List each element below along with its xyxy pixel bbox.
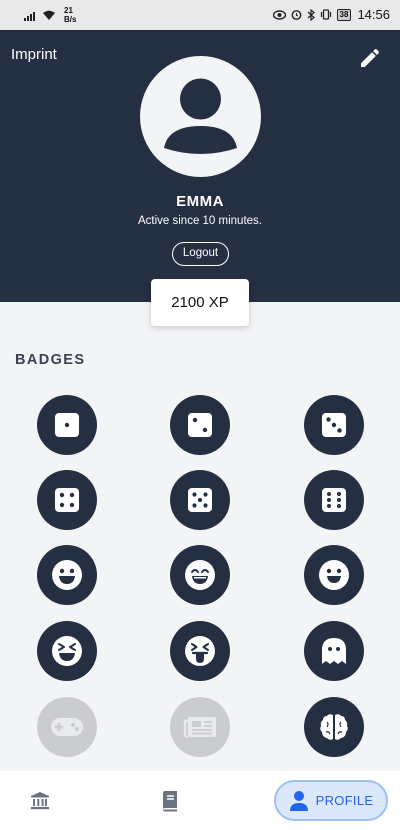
dice-three-icon — [322, 413, 346, 437]
dice-one-icon — [55, 413, 79, 437]
avatar — [140, 56, 261, 177]
eye-icon — [272, 9, 286, 20]
dice-six-icon — [322, 488, 346, 512]
badge-dice-one[interactable] — [37, 395, 97, 455]
newspaper-icon — [183, 717, 216, 739]
badge-dice-two[interactable] — [170, 395, 230, 455]
network-speed-unit: B/s — [64, 15, 77, 24]
network-speed: 21 B/s — [64, 6, 76, 24]
profile-person-icon — [289, 790, 308, 811]
signal-icon — [24, 11, 35, 21]
logout-button[interactable]: Logout — [172, 242, 229, 266]
nav-book-button[interactable] — [150, 771, 190, 830]
badge-smile[interactable] — [304, 545, 364, 605]
status-time: 14:56 — [357, 7, 390, 22]
badge-dice-four[interactable] — [37, 470, 97, 530]
badge-newspaper-locked[interactable] — [170, 697, 230, 757]
grin-icon — [52, 560, 82, 590]
status-right: 38 14:56 — [272, 7, 390, 22]
active-since-text: Active since 10 minutes. — [137, 215, 262, 227]
brain-icon — [320, 714, 348, 740]
status-bar: 21 B/s 38 14:56 — [0, 0, 400, 30]
tongue-wink-icon — [185, 636, 215, 666]
badge-dice-three[interactable] — [304, 395, 364, 455]
ghost-icon — [322, 638, 346, 664]
alarm-icon — [291, 10, 301, 20]
badge-dice-six[interactable] — [304, 470, 364, 530]
edit-button[interactable] — [358, 46, 382, 70]
vibrate-icon — [320, 9, 331, 20]
nav-profile-button[interactable]: PROFILE — [274, 780, 388, 821]
nav-home-button[interactable] — [20, 771, 60, 830]
dice-five-icon — [188, 488, 212, 512]
badge-brain[interactable] — [304, 697, 364, 757]
squint-laugh-icon — [52, 636, 82, 666]
wifi-icon — [43, 10, 55, 20]
bluetooth-icon — [307, 8, 315, 21]
gamepad-icon — [51, 718, 83, 736]
badge-gamepad-locked[interactable] — [37, 697, 97, 757]
badge-tongue-wink[interactable] — [170, 621, 230, 681]
network-speed-value: 21 — [64, 6, 73, 15]
badge-ghost[interactable] — [304, 621, 364, 681]
imprint-link[interactable]: Imprint — [11, 46, 57, 63]
battery-indicator: 38 — [336, 8, 352, 21]
laugh-icon — [185, 560, 215, 590]
profile-screen: 21 B/s 38 14:56 Imprint EMMA Active sinc… — [0, 0, 400, 830]
badge-laugh[interactable] — [170, 545, 230, 605]
bank-icon — [31, 792, 49, 810]
xp-card: 2100 XP — [151, 279, 249, 326]
bottom-navigation: PROFILE — [0, 771, 400, 830]
badge-squint-laugh[interactable] — [37, 621, 97, 681]
dice-four-icon — [55, 488, 79, 512]
badges-title: BADGES — [15, 352, 86, 368]
book-icon — [163, 790, 177, 811]
profile-header: Imprint EMMA Active since 10 minutes. Lo… — [0, 30, 400, 302]
user-silhouette-icon — [164, 78, 237, 154]
nav-profile-label: PROFILE — [315, 793, 374, 808]
pencil-icon — [361, 48, 380, 67]
badge-dice-five[interactable] — [170, 470, 230, 530]
badge-grin[interactable] — [37, 545, 97, 605]
dice-two-icon — [188, 413, 212, 437]
status-left: 21 B/s — [24, 6, 76, 24]
user-name: EMMA — [176, 193, 224, 210]
smile-icon — [319, 560, 349, 590]
